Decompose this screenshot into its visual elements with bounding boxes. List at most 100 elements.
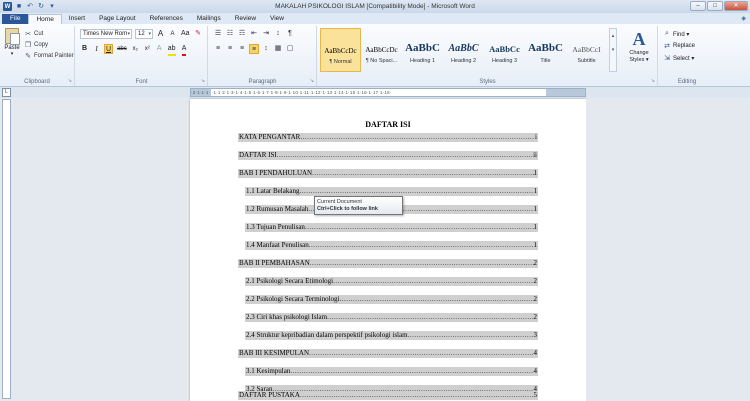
change-case-button[interactable]: Aa — [180, 29, 191, 39]
style-subtitle[interactable]: AaBbCcI Subtitle — [566, 28, 607, 72]
numbering-button[interactable]: ☷ — [225, 29, 235, 39]
style-name: Heading 1 — [409, 58, 436, 64]
highlight-button[interactable]: ab — [167, 44, 177, 56]
styles-scroll[interactable]: ▴ ▾ — [609, 28, 617, 72]
decrease-indent-button[interactable]: ⇤ — [249, 29, 259, 39]
style-no-spacing[interactable]: AaBbCcDc ¶ No Spaci... — [361, 28, 402, 72]
clear-formatting-icon[interactable]: ✎ — [194, 29, 203, 39]
tab-mailings[interactable]: Mailings — [190, 14, 228, 24]
toc-entry[interactable]: 2.2 Psikologi Secara Terminologi........… — [245, 295, 538, 304]
tab-references[interactable]: References — [143, 14, 190, 24]
borders-button[interactable]: ▢ — [285, 44, 295, 54]
paste-dropdown-icon[interactable]: ▾ — [3, 51, 21, 57]
copy-button[interactable]: ❐ Copy — [24, 39, 74, 50]
style-sample: AaBbC — [528, 42, 563, 54]
shading-button[interactable]: ▦ — [273, 44, 283, 54]
style-heading-2[interactable]: AaBbC Heading 2 — [443, 28, 484, 72]
strikethrough-button[interactable]: abc — [116, 44, 128, 54]
tab-view[interactable]: View — [263, 14, 291, 24]
toc-entry[interactable]: 3.1 Kesimpulan..........................… — [245, 367, 538, 376]
align-right-button[interactable]: ≡ — [237, 44, 247, 54]
toc-entry[interactable]: 2.3 Ciri khas psikologi Islam...........… — [245, 313, 538, 322]
style-normal[interactable]: AaBbCcDc ¶ Normal — [320, 28, 361, 72]
document-page[interactable]: DAFTAR ISI KATA PENGANTAR...............… — [190, 99, 586, 401]
ruler-area: L ·2·1·1·1· ·1·1·2·1·3·1·4·1·5·1·6·1·7·1… — [0, 87, 750, 98]
toc-entry-page: 1 — [533, 223, 538, 231]
editing-group: ⌕ Find ▾ ⇄ Replace ⇲ Select ▾ Editing — [659, 26, 715, 86]
italic-button[interactable]: I — [92, 44, 101, 54]
tab-page-layout[interactable]: Page Layout — [92, 14, 143, 24]
font-color-button[interactable]: A — [180, 44, 189, 56]
select-button[interactable]: ⇲ Select ▾ — [663, 52, 695, 64]
subscript-button[interactable]: x₂ — [131, 44, 140, 54]
help-icon[interactable]: ◈ — [741, 15, 746, 22]
replace-label: Replace — [673, 43, 696, 49]
styles-launcher-icon[interactable]: ↘ — [651, 78, 655, 84]
find-button[interactable]: ⌕ Find ▾ — [663, 28, 695, 40]
tooltip-line-1: Current Document — [317, 199, 362, 205]
justify-button[interactable]: ≡ — [249, 44, 259, 54]
horizontal-ruler[interactable]: ·2·1·1·1· ·1·1·2·1·3·1·4·1·5·1·6·1·7·1·8… — [190, 88, 586, 97]
font-color-icon: A — [181, 44, 187, 56]
toc-entry[interactable]: 1.4 Manfaat Penulisan...................… — [245, 241, 538, 250]
toc-entry-text: DAFTAR ISI — [239, 151, 277, 159]
bullets-button[interactable]: ☰ — [213, 29, 223, 39]
toc-entry-leader: ........................................… — [276, 151, 534, 159]
ruler-numbers: ·2·1·1·1· ·1·1·2·1·3·1·4·1·5·1·6·1·7·1·8… — [191, 90, 392, 95]
tab-insert[interactable]: Insert — [62, 14, 92, 24]
show-formatting-button[interactable]: ¶ — [285, 29, 295, 39]
paragraph-launcher-icon[interactable]: ↘ — [310, 78, 314, 84]
paste-button[interactable]: Paste ▾ — [3, 28, 21, 57]
toc-entry[interactable]: KATA PENGANTAR..........................… — [238, 133, 538, 142]
format-painter-label: Format Painter — [34, 52, 74, 59]
bold-button[interactable]: B — [80, 44, 89, 54]
document-title: DAFTAR ISI — [365, 120, 411, 129]
tab-review[interactable]: Review — [228, 14, 263, 24]
clipboard-launcher-icon[interactable]: ↘ — [68, 78, 72, 84]
close-button[interactable]: ✕ — [724, 1, 748, 11]
line-spacing-button[interactable]: ↕ — [261, 44, 271, 54]
toc-entry[interactable]: BAB III KESIMPULAN......................… — [238, 349, 538, 358]
toc-entry[interactable]: BAB II PEMBAHASAN.......................… — [238, 259, 538, 268]
minimize-button[interactable]: – — [690, 1, 706, 11]
maximize-button[interactable]: □ — [707, 1, 723, 11]
change-styles-label: Change — [629, 50, 649, 56]
superscript-button[interactable]: x² — [143, 44, 152, 54]
toc-entry[interactable]: BAB I PENDAHULUAN.......................… — [238, 169, 538, 178]
style-sample: AaBbCcDc — [324, 47, 357, 55]
toc-entry-page: 4 — [533, 349, 538, 357]
font-size-select[interactable]: 12 — [135, 29, 153, 39]
format-painter-button[interactable]: ✎ Format Painter — [24, 50, 74, 61]
sort-button[interactable]: ↕ — [273, 29, 283, 39]
style-heading-1[interactable]: AaBbC Heading 1 — [402, 28, 443, 72]
center-button[interactable]: ≡ — [225, 44, 235, 54]
toc-entry[interactable]: 2.1 Psikologi Secara Etimologi..........… — [245, 277, 538, 286]
hyperlink-tooltip: Current Document Ctrl+Click to follow li… — [314, 196, 403, 215]
increase-indent-button[interactable]: ⇥ — [261, 29, 271, 39]
font-launcher-icon[interactable]: ↘ — [201, 78, 205, 84]
tab-selector-icon[interactable]: L — [2, 88, 11, 97]
font-family-select[interactable]: Times New Rom — [80, 29, 132, 39]
tab-file[interactable]: File — [2, 14, 29, 24]
toc-entry[interactable]: DAFTAR PUSTAKA..........................… — [238, 391, 538, 400]
multilevel-list-button[interactable]: ☶ — [237, 29, 247, 39]
copy-label: Copy — [34, 41, 49, 48]
grow-font-button[interactable]: A — [156, 29, 165, 39]
toc-entry[interactable]: 2.4 Struktur kepribadian dalam perspekti… — [245, 331, 538, 340]
style-heading-3[interactable]: AaBbCc Heading 3 — [484, 28, 525, 72]
toc-entry[interactable]: 1.1 Latar Belakang......................… — [245, 187, 538, 196]
toc-entry[interactable]: 1.3 Tujuan Penulisan....................… — [245, 223, 538, 232]
toc-entry-text: KATA PENGANTAR — [239, 133, 301, 141]
style-title[interactable]: AaBbC Title — [525, 28, 566, 72]
text-effects-button[interactable]: A — [155, 44, 164, 54]
toc-entry-text: BAB III KESIMPULAN — [239, 349, 309, 357]
align-left-button[interactable]: ≡ — [213, 44, 223, 54]
toc-entry[interactable]: DAFTAR ISI..............................… — [238, 151, 538, 160]
cut-button[interactable]: ✂ Cut — [24, 28, 74, 39]
shrink-font-button[interactable]: A — [168, 29, 177, 39]
underline-button[interactable]: U — [104, 44, 114, 54]
tab-home[interactable]: Home — [28, 14, 62, 24]
change-styles-button[interactable]: A Change Styles ▾ — [626, 28, 652, 64]
replace-button[interactable]: ⇄ Replace — [663, 40, 695, 52]
vertical-ruler[interactable] — [2, 99, 11, 399]
